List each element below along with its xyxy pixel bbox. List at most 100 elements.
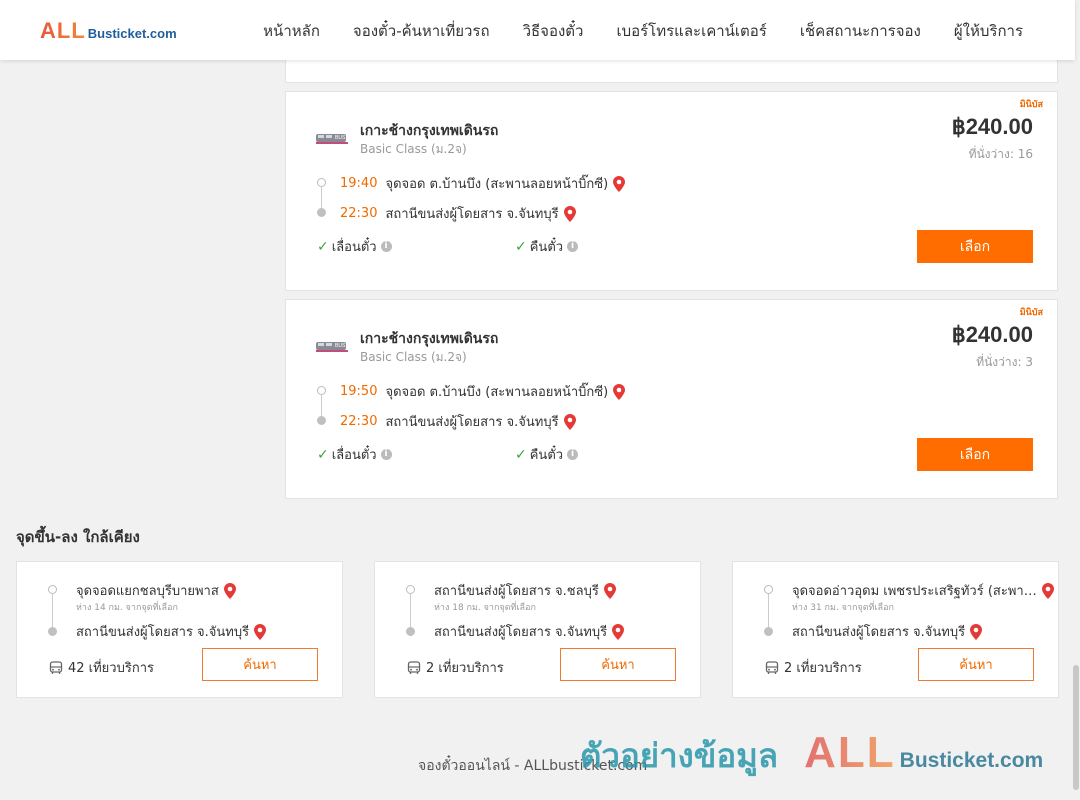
seats-available: ที่นั่งว่าง: 3 <box>976 355 1033 369</box>
feature-label: คืนตั๋ว <box>529 448 564 463</box>
map-pin-icon[interactable] <box>1042 582 1054 599</box>
trip-price: ฿240.00 <box>951 322 1033 347</box>
minibus-badge: มินิบัส <box>1019 308 1043 318</box>
check-icon: ✓ <box>317 446 329 463</box>
search-nearby-button[interactable]: ค้นหา <box>202 648 318 681</box>
previous-trip-card <box>285 56 1058 83</box>
trip-count-label: 2 เที่ยวบริการ <box>426 661 504 676</box>
map-pin-icon[interactable] <box>223 582 236 599</box>
page-scrollbar[interactable] <box>1072 0 1080 800</box>
logo-busticket-text: Busticket.com <box>87 26 177 41</box>
trip-card: มินิบัส BUS เกาะช้างกรุงเทพเดินรถ Basic … <box>285 91 1058 291</box>
search-nearby-button[interactable]: ค้นหา <box>918 648 1034 681</box>
operator-class: Basic Class (ม.2จ) <box>360 350 467 364</box>
logo-all-text: ALL <box>40 18 86 43</box>
depart-place: จุดจอด ต.บ้านบึง (สะพานลอยหน้าบิ๊กซี) <box>385 177 609 192</box>
select-trip-button[interactable]: เลือก <box>917 230 1033 263</box>
trip-card: มินิบัส BUS เกาะช้างกรุงเทพเดินรถ Basic … <box>285 299 1058 499</box>
nearby-to-label: สถานีขนส่งผู้โดยสาร จ.จันทบุรี <box>434 625 608 640</box>
arrive-stop: 22:30 สถานีขนส่งผู้โดยสาร จ.จันทบุรี <box>340 411 576 432</box>
depart-stop: 19:50 จุดจอด ต.บ้านบึง (สะพานลอยหน้าบิ๊ก… <box>340 381 626 402</box>
check-icon: ✓ <box>515 446 527 463</box>
main-nav: หน้าหลัก จองตั๋ว-ค้นหาเที่ยวรถ วิธีจองตั… <box>263 19 1023 43</box>
from-dot-icon <box>764 585 773 594</box>
select-trip-button[interactable]: เลือก <box>917 438 1033 471</box>
operator-logo-icon: BUS <box>315 130 349 146</box>
bus-icon <box>407 660 421 675</box>
site-logo[interactable]: ALL Busticket.com <box>40 18 177 44</box>
map-pin-icon[interactable] <box>563 413 576 430</box>
feature-change-ticket: ✓ เลื่อนตั๋ว i <box>317 236 392 257</box>
nearby-distance: ห่าง 18 กม. จากจุดที่เลือก <box>434 603 536 613</box>
nearby-from-label: สถานีขนส่งผู้โดยสาร จ.ชลบุรี <box>434 584 599 599</box>
search-nearby-button[interactable]: ค้นหา <box>560 648 676 681</box>
map-pin-icon[interactable] <box>613 175 626 192</box>
nav-book-ticket[interactable]: จองตั๋ว-ค้นหาเที่ยวรถ <box>353 19 490 43</box>
scrollbar-thumb[interactable] <box>1073 665 1079 790</box>
depart-time: 19:40 <box>340 176 378 191</box>
trip-price: ฿240.00 <box>951 114 1033 139</box>
map-pin-icon[interactable] <box>613 383 626 400</box>
nav-check-booking[interactable]: เช็คสถานะการจอง <box>800 19 921 43</box>
arrive-stop: 22:30 สถานีขนส่งผู้โดยสาร จ.จันทบุรี <box>340 203 576 224</box>
nearby-from-label: จุดจอดแยกชลบุรีบายพาส <box>76 584 219 599</box>
feature-label: คืนตั๋ว <box>529 240 564 255</box>
info-icon[interactable]: i <box>567 241 579 252</box>
nearby-from: สถานีขนส่งผู้โดยสาร จ.ชลบุรี <box>434 580 616 601</box>
nearby-stop-card: จุดจอดแยกชลบุรีบายพาส ห่าง 14 กม. จากจุด… <box>16 561 343 698</box>
to-dot-icon <box>764 627 773 636</box>
svg-text:BUS: BUS <box>335 135 346 141</box>
map-pin-icon[interactable] <box>603 582 616 599</box>
nearby-stops-title: จุดขึ้น-ลง ใกล้เคียง <box>16 528 140 546</box>
to-dot-icon <box>48 627 57 636</box>
nearby-stop-card: จุดจอดอ่าวอุดม เพชรประเสริฐทัวร์ (สะพานล… <box>732 561 1059 698</box>
arrive-place: สถานีขนส่งผู้โดยสาร จ.จันทบุรี <box>385 415 559 430</box>
map-pin-icon[interactable] <box>254 623 267 640</box>
map-pin-icon[interactable] <box>970 623 983 640</box>
nearby-to: สถานีขนส่งผู้โดยสาร จ.จันทบุรี <box>434 621 625 642</box>
check-icon: ✓ <box>317 238 329 255</box>
feature-change-ticket: ✓ เลื่อนตั๋ว i <box>317 444 392 465</box>
arrive-time: 22:30 <box>340 414 378 429</box>
svg-text:BUS: BUS <box>335 343 346 349</box>
nav-phone-counter[interactable]: เบอร์โทรและเคาน์เตอร์ <box>616 19 766 43</box>
bus-icon <box>49 660 63 675</box>
nearby-to-label: สถานีขนส่งผู้โดยสาร จ.จันทบุรี <box>792 625 966 640</box>
info-icon[interactable]: i <box>380 449 392 460</box>
feature-label: เลื่อนตั๋ว <box>331 240 377 255</box>
arrive-time: 22:30 <box>340 206 378 221</box>
nearby-to: สถานีขนส่งผู้โดยสาร จ.จันทบุรี <box>792 621 983 642</box>
from-dot-icon <box>406 585 415 594</box>
bus-icon <box>765 660 779 675</box>
site-header: ALL Busticket.com หน้าหลัก จองตั๋ว-ค้นหา… <box>0 0 1075 60</box>
operator-name: เกาะช้างกรุงเทพเดินรถ <box>360 331 499 347</box>
info-icon[interactable]: i <box>380 241 392 252</box>
arrive-dot-icon <box>317 208 326 217</box>
arrive-dot-icon <box>317 416 326 425</box>
info-icon[interactable]: i <box>567 449 579 460</box>
feature-refund-ticket: ✓ คืนตั๋ว i <box>515 236 579 257</box>
nearby-trip-count: 2 เที่ยวบริการ <box>765 657 862 678</box>
depart-stop: 19:40 จุดจอด ต.บ้านบึง (สะพานลอยหน้าบิ๊ก… <box>340 173 626 194</box>
sample-data-watermark: ตัวอย่างข้อมูล ALL Busticket.com <box>580 728 1043 782</box>
nav-how-to-book[interactable]: วิธีจองตั๋ว <box>523 19 584 43</box>
nearby-distance: ห่าง 14 กม. จากจุดที่เลือก <box>76 603 178 613</box>
depart-place: จุดจอด ต.บ้านบึง (สะพานลอยหน้าบิ๊กซี) <box>385 385 609 400</box>
watermark-all: ALL <box>804 728 896 777</box>
nearby-from-label: จุดจอดอ่าวอุดม เพชรประเสริฐทัวร์ (สะพานล… <box>792 584 1037 599</box>
nearby-from: จุดจอดแยกชลบุรีบายพาส <box>76 580 236 601</box>
route-line <box>768 594 769 628</box>
trip-count-label: 2 เที่ยวบริการ <box>784 661 862 676</box>
nav-operators[interactable]: ผู้ให้บริการ <box>954 19 1023 43</box>
operator-name: เกาะช้างกรุงเทพเดินรถ <box>360 123 499 139</box>
trip-count-label: 42 เที่ยวบริการ <box>68 661 154 676</box>
nav-home[interactable]: หน้าหลัก <box>263 19 320 43</box>
map-pin-icon[interactable] <box>563 205 576 222</box>
operator-logo-icon: BUS <box>315 338 349 354</box>
nearby-from: จุดจอดอ่าวอุดม เพชรประเสริฐทัวร์ (สะพานล… <box>792 580 1054 601</box>
nearby-trip-count: 2 เที่ยวบริการ <box>407 657 504 678</box>
map-pin-icon[interactable] <box>612 623 625 640</box>
from-dot-icon <box>48 585 57 594</box>
operator-class: Basic Class (ม.2จ) <box>360 142 467 156</box>
to-dot-icon <box>406 627 415 636</box>
